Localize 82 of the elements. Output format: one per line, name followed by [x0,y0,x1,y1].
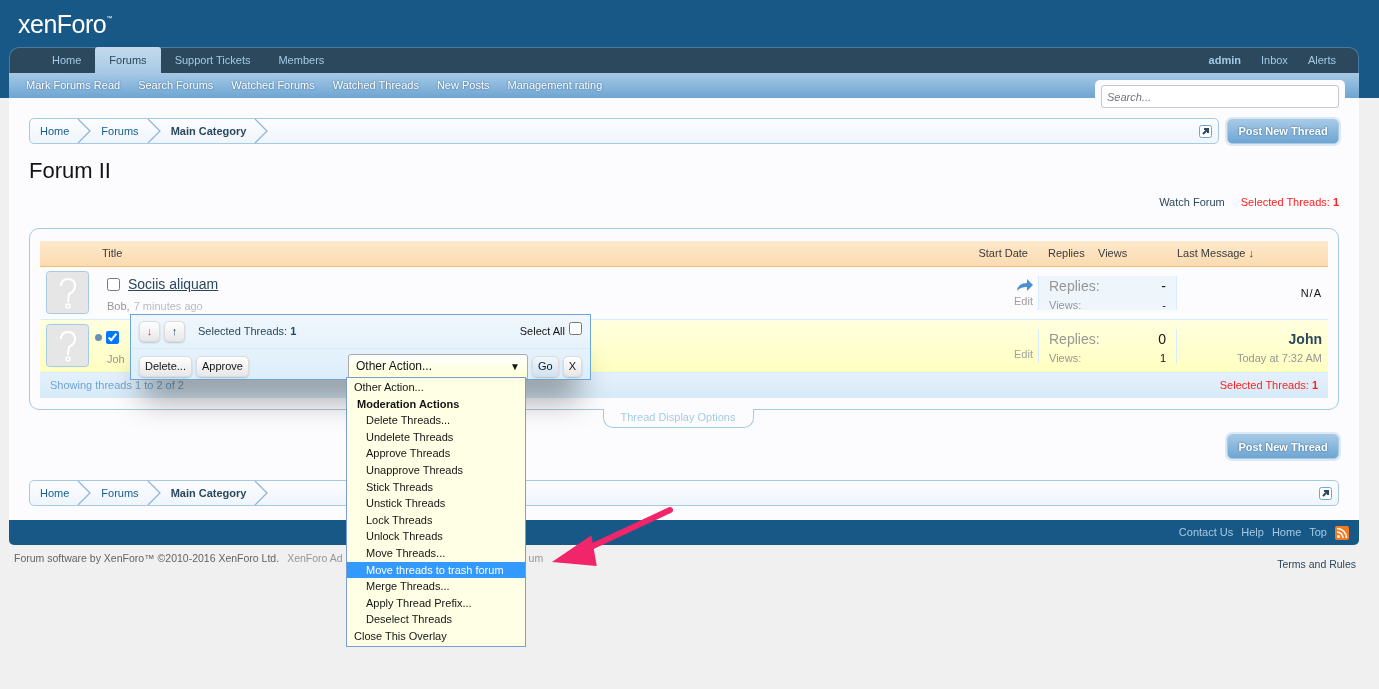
chevron-icon [254,481,269,506]
move-down-button[interactable]: ↓ [139,321,160,342]
thread-title[interactable]: Sociis aliquam [128,274,219,296]
select-all-label: Select All [519,324,565,340]
footer-link[interactable]: Home [1267,524,1306,541]
nav-link[interactable]: admin [1198,48,1251,73]
views-label: Views: [1049,297,1082,313]
column-header[interactable]: Start Date [978,245,1038,262]
replies-label: Replies: [1049,329,1100,349]
nav-tab[interactable]: Forums [95,47,161,73]
select-checkbox[interactable] [106,331,119,345]
footer-link[interactable]: Top [1305,524,1331,541]
chevron-icon [146,119,161,143]
logo[interactable]: xenForo$^{™}$ [9,0,1359,47]
nav-tab[interactable]: Members [264,48,339,73]
dropdown-option[interactable]: Delete Threads... [347,412,525,429]
page-title: Forum II [29,158,112,185]
dropdown-option[interactable]: Apply Thread Prefix... [347,594,525,612]
chevron-icon [146,481,161,506]
nav-link[interactable]: Inbox [1250,48,1298,73]
views-count: - [1162,297,1166,313]
caret-icon: ▼ [510,358,520,374]
dropdown-option[interactable]: Stick Threads [347,478,525,496]
close-button[interactable]: X [562,355,582,377]
footer-link[interactable]: Contact Us [1174,524,1238,541]
replies-count: 0 [1158,329,1166,349]
dropdown-option[interactable]: Unapprove Threads [347,461,525,479]
dropdown-option[interactable]: Other Action... [347,379,525,396]
search-field[interactable]: Search... [1101,85,1339,108]
breadcrumb-link[interactable]: Home [30,119,86,143]
watch-forum-link[interactable]: Watch Forum [1159,194,1225,211]
selected-threads-link[interactable]: Selected Threads: 1 [1240,194,1339,211]
column-header[interactable]: Title [40,245,979,262]
dropdown-option[interactable]: Approve Threads [347,445,525,462]
replies-count: - [1161,276,1166,296]
select-all-checkbox[interactable] [569,322,582,335]
dropdown-option[interactable]: Lock Threads [347,511,525,529]
thread-count: Showing threads 1 to 2 of 2 [50,378,184,394]
breadcrumb-link[interactable]: Main Category [160,119,263,143]
last-poster[interactable]: N/A [1183,284,1322,302]
dropdown-option[interactable]: Deselect Threads [347,611,525,628]
rss-icon[interactable] [1335,525,1349,540]
select-checkbox[interactable] [107,278,120,292]
column-header[interactable]: Replies [1038,245,1098,262]
action-dropdown[interactable]: Other Action... ▼ [347,353,528,379]
dropdown-option[interactable]: Move Threads... [347,544,525,562]
copyright-text: Forum software by XenForo™ ©2010-2016 XenForo Ltd. [14,551,280,566]
dropdown-option[interactable]: Merge Threads... [347,578,525,595]
share-arrow-icon[interactable] [1017,278,1033,291]
nav-tab[interactable]: Home [38,48,96,73]
breadcrumb-link[interactable]: Forums [91,119,155,143]
replies-label: Replies: [1049,276,1100,296]
views-count: 1 [1159,350,1166,366]
dropdown-option[interactable]: Undelete Threads [347,428,525,446]
dropdown-option[interactable]: Close This Overlay [347,627,525,645]
nav-link[interactable]: Alerts [1297,48,1346,73]
jump-link-icon[interactable] [1319,486,1332,500]
move-up-button[interactable]: ↑ [164,321,185,342]
breadcrumb-link[interactable]: Home [30,481,86,506]
last-post-time: Today at 7:32 AM [1236,350,1322,366]
footer-link[interactable]: Help [1237,524,1268,541]
chevron-icon [254,119,269,143]
chevron-icon [77,481,92,506]
dropdown-option[interactable]: Unlock Threads [347,528,525,545]
column-header[interactable]: Last Message ↓ [1177,245,1328,262]
breadcrumb-link[interactable]: Main Category [160,481,263,506]
option-group-label: Moderation Actions [356,396,461,412]
moderation-button[interactable]: Approve [195,355,249,377]
dropdown-option[interactable]: Unstick Threads [347,495,525,512]
chevron-icon [77,119,92,143]
go-button[interactable]: Go [531,355,559,377]
terms-link[interactable]: Terms and Rules [1277,557,1356,573]
dropdown-value: Other Action... [355,358,432,375]
thread-time: 7 minutes ago [133,299,203,312]
jump-link-icon[interactable] [1199,124,1212,138]
nav-tab[interactable]: Support Tickets [160,48,265,73]
moderation-button[interactable]: Delete... [139,355,192,377]
views-label: Views: [1049,350,1082,366]
column-header[interactable]: Views [1098,245,1177,262]
breadcrumb-link[interactable]: Forums [91,481,155,506]
selected-count: Selected Threads: 1 [198,324,297,340]
last-poster[interactable]: John [1183,328,1322,350]
